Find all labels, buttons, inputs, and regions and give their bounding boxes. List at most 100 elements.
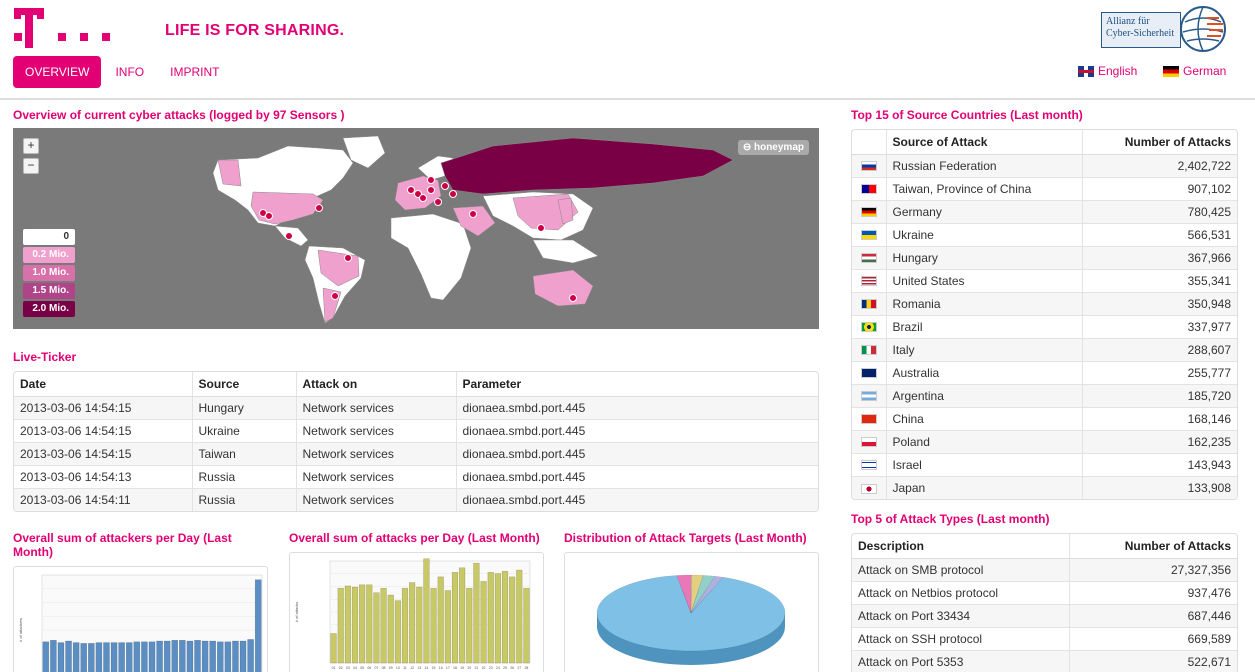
attackers-chart-title: Overall sum of attackers per Day (Last M… — [13, 531, 232, 559]
globe-icon — [1180, 6, 1226, 52]
x-tick-label: 03 — [346, 666, 350, 670]
col-number-of-attacks[interactable]: Number of Attacks — [1068, 534, 1237, 559]
cell-count: 907,102 — [1081, 176, 1237, 200]
ar-flag-icon — [860, 391, 877, 402]
honeymap[interactable]: + − ⊖ honeymap 0 0.2 Mio. 1.0 Mio. 1.5 M… — [13, 128, 819, 329]
bar — [359, 584, 366, 664]
attackers-chart-svg: # of attackers — [18, 574, 263, 672]
top-countries-table: Source of Attack Number of Attacks Russi… — [851, 129, 1238, 500]
col-date[interactable]: Date — [14, 372, 192, 397]
bar — [366, 584, 373, 664]
bar — [247, 639, 254, 672]
bar — [118, 642, 125, 672]
zoom-in-button[interactable]: + — [23, 138, 39, 154]
bar — [466, 587, 473, 664]
bar — [65, 640, 72, 672]
cell-source: Ukraine — [191, 418, 296, 442]
it-flag-icon — [860, 345, 877, 356]
table-row: Taiwan, Province of China 907,102 — [852, 176, 1237, 200]
bar — [125, 642, 133, 672]
header-divider — [0, 98, 1255, 100]
bar — [380, 587, 387, 664]
table-row: Argentina 185,720 — [852, 383, 1237, 407]
legend-4: 2.0 Mio. — [23, 301, 75, 317]
bar — [516, 569, 523, 664]
bar — [148, 641, 156, 672]
x-tick-label: 02 — [339, 666, 343, 670]
col-description[interactable]: Description — [852, 534, 1069, 559]
cell-description: Attack on SSH protocol — [852, 626, 1069, 650]
bar — [171, 639, 179, 672]
table-row: Ukraine 566,531 — [852, 222, 1237, 246]
cell-count: 522,671 — [1068, 649, 1237, 672]
cell-flag — [852, 222, 886, 246]
x-tick-label: 12 — [410, 666, 414, 670]
lang-german[interactable]: German — [1163, 64, 1226, 78]
table-row: Russian Federation 2,402,722 — [852, 153, 1237, 177]
nav-imprint[interactable]: IMPRINT — [158, 56, 231, 88]
cell-source: Russia — [191, 464, 296, 488]
cell-attack-on: Network services — [295, 441, 456, 465]
il-flag-icon — [860, 460, 877, 471]
bar — [523, 587, 530, 664]
bar — [232, 640, 239, 672]
cell-count: 367,966 — [1081, 245, 1237, 269]
x-tick-label: 05 — [360, 666, 364, 670]
nav-info[interactable]: INFO — [103, 56, 156, 88]
cell-country: Israel — [885, 452, 1082, 476]
bar — [430, 587, 437, 664]
cell-count: 168,146 — [1081, 406, 1237, 430]
bar — [72, 642, 80, 672]
bar — [373, 592, 380, 664]
partner-logo[interactable]: Allianz für Cyber-Sicherheit — [1101, 4, 1229, 54]
lang-german-label: German — [1183, 64, 1227, 78]
bar — [459, 567, 466, 664]
cell-parameter: dionaea.smbd.port.445 — [455, 487, 818, 511]
zoom-out-button[interactable]: − — [23, 158, 39, 174]
cell-country: Poland — [885, 429, 1082, 453]
x-tick-label: 21 — [474, 666, 478, 670]
cell-source: Russia — [191, 487, 296, 511]
bar — [387, 594, 394, 664]
table-row: China 168,146 — [852, 406, 1237, 430]
cell-description: Attack on SMB protocol — [852, 557, 1069, 581]
map-title: Overview of current cyber attacks (logge… — [13, 108, 345, 122]
nav-overview[interactable]: OVERVIEW — [13, 56, 102, 88]
table-row: Romania 350,948 — [852, 291, 1237, 315]
x-tick-label: 28 — [524, 666, 528, 670]
bar — [133, 641, 141, 672]
col-source[interactable]: Source — [191, 372, 296, 397]
col-parameter[interactable]: Parameter — [455, 372, 818, 397]
bar — [423, 558, 430, 664]
cn-flag-icon — [860, 414, 877, 425]
col-number-of-attacks[interactable]: Number of Attacks — [1081, 130, 1237, 155]
cell-count: 143,943 — [1081, 452, 1237, 476]
bar — [156, 640, 163, 672]
cell-count: 780,425 — [1081, 199, 1237, 223]
col-attack-on[interactable]: Attack on — [295, 372, 456, 397]
attacks-chart-svg: # of attacks 01 02 03 04 05 06 07 08 09 10 11 12 13 14… — [294, 558, 531, 670]
bar — [394, 600, 401, 664]
cell-count: 669,589 — [1068, 626, 1237, 650]
x-tick-label: 17 — [446, 666, 450, 670]
cell-count: 2,402,722 — [1081, 153, 1237, 177]
table-header-row: Source of Attack Number of Attacks — [852, 130, 1237, 155]
table-row: Attack on Netbios protocol 937,476 — [852, 580, 1237, 604]
bar — [480, 581, 487, 664]
cell-count: 937,476 — [1068, 580, 1237, 604]
x-tick-label: 13 — [417, 666, 421, 670]
cell-date: 2013-03-06 14:54:15 — [14, 395, 192, 419]
targets-chart — [564, 552, 819, 672]
cell-country: United States — [885, 268, 1082, 292]
ru-flag-icon — [860, 161, 877, 172]
table-row: 2013-03-06 14:54:13 Russia Network servi… — [14, 464, 818, 488]
lang-english[interactable]: English — [1078, 64, 1137, 78]
cell-flag — [852, 406, 886, 430]
bar — [186, 640, 194, 672]
bar — [110, 642, 118, 672]
attack-types-title: Top 5 of Attack Types (Last month) — [851, 512, 1050, 526]
bar — [330, 633, 337, 664]
cell-flag — [852, 337, 886, 361]
bar — [88, 643, 95, 672]
col-source-of-attack[interactable]: Source of Attack — [885, 130, 1082, 155]
